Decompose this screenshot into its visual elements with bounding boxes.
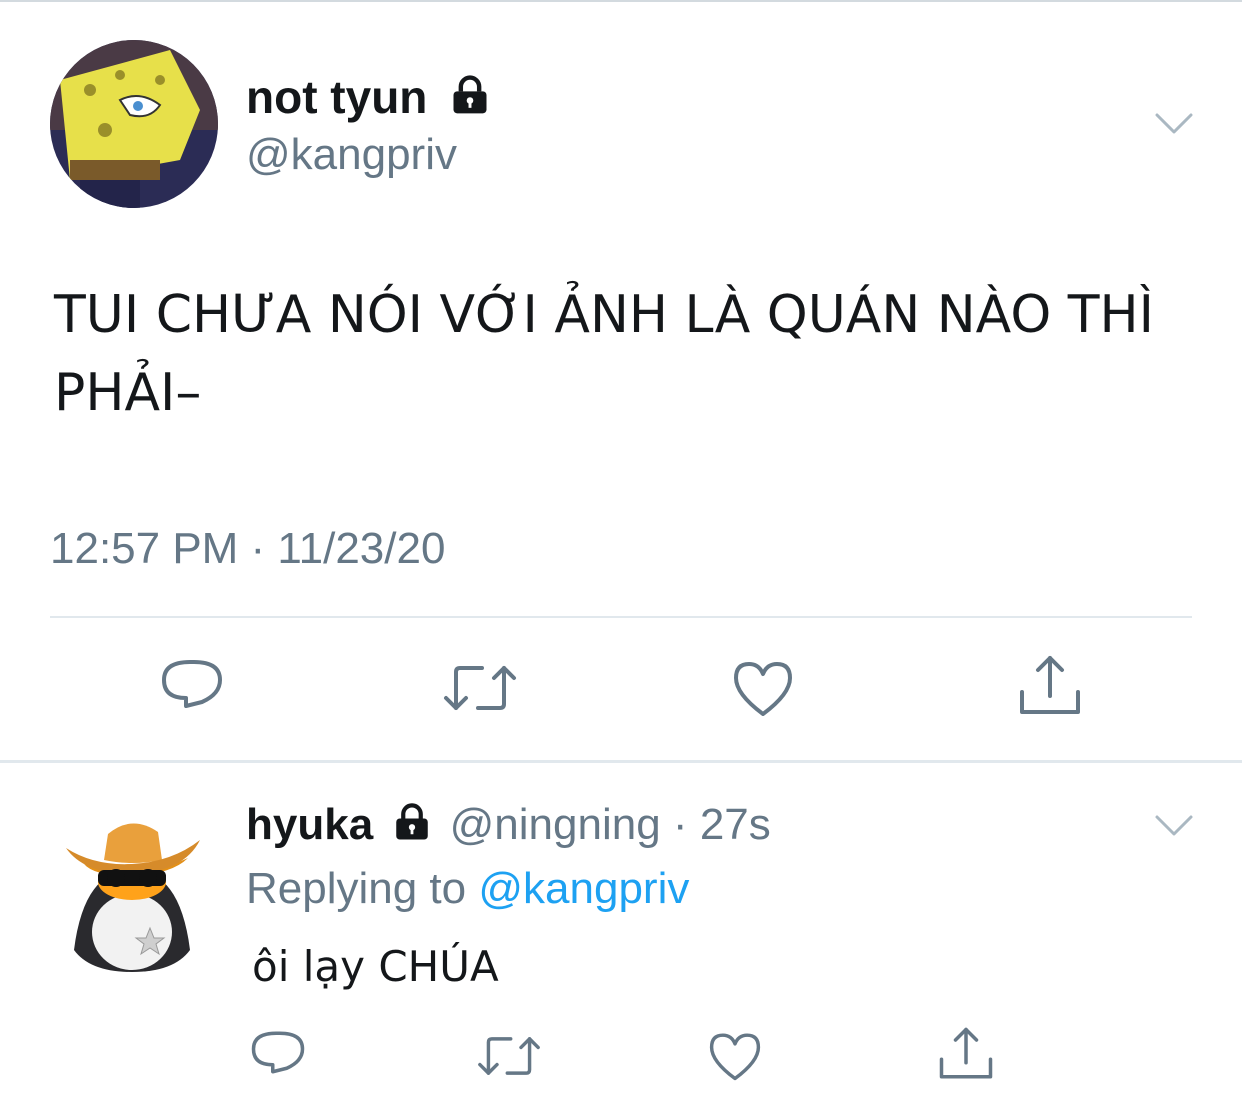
replying-prefix: Replying to [246,864,467,913]
author-handle[interactable]: @kangpriv [246,130,457,180]
separator: · [672,800,688,849]
share-icon[interactable] [1018,654,1082,723]
replying-mention-link[interactable]: @kangpriv [478,864,689,913]
lock-icon [448,73,492,128]
tweet-timestamp[interactable]: 12:57 PM · 11/23/20 [50,524,445,574]
section-divider [0,760,1242,763]
retweet-icon[interactable] [476,1032,542,1085]
reply-icon[interactable] [160,656,224,725]
reply-text: ôi lạy CHÚA [252,942,499,991]
lock-icon [391,801,433,854]
avatar[interactable] [50,40,218,208]
reply-icon[interactable] [250,1028,306,1089]
chevron-down-icon[interactable] [1154,812,1194,845]
top-divider [0,0,1242,2]
like-icon[interactable] [732,658,794,723]
share-icon[interactable] [938,1026,994,1087]
author-name[interactable]: not tyun [246,70,492,128]
divider [50,616,1192,618]
chevron-down-icon[interactable] [1154,110,1194,143]
reply-author-name[interactable]: hyuka [246,800,373,849]
reply-header: hyuka @ningning · 27s [246,800,771,854]
replying-to: Replying to @kangpriv [246,864,689,914]
retweet-icon[interactable] [442,660,518,721]
author-name-text[interactable]: not tyun [246,71,427,123]
like-icon[interactable] [708,1030,762,1087]
tweet-text: TUI CHƯA NÓI VỚI ẢNH LÀ QUÁN NÀO THÌ PHẢ… [54,285,1154,423]
reply-avatar[interactable] [54,800,210,972]
reply-author-handle[interactable]: @ningning [450,800,661,849]
reply-time[interactable]: 27s [700,800,771,849]
